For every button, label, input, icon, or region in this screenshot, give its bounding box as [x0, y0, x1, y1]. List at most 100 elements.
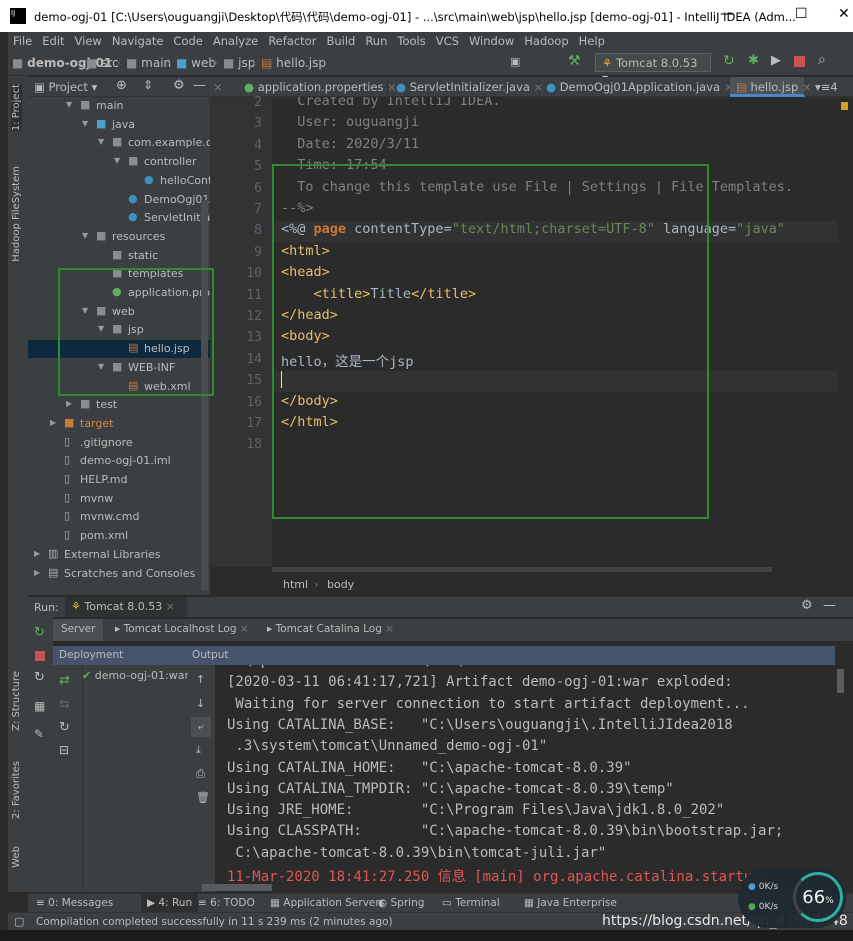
output-hscrollbar[interactable] [202, 884, 272, 891]
tree-item-demo-ogj-01-iml[interactable]: ▯ demo-ogj-01.iml [28, 452, 210, 470]
tree-item-mvnw[interactable]: ▯ mvnw [28, 490, 210, 508]
run-config-select[interactable]: ⚘ Tomcat 8.0.53 ▼ [595, 53, 711, 83]
tree-item-test[interactable]: ▶ ■ test [28, 396, 210, 414]
chevron-down-icon[interactable]: ▼ [98, 137, 104, 146]
tool-0-messages[interactable]: ≡ 0: Messages [36, 897, 113, 909]
chevron-right-icon[interactable]: ▶ [34, 549, 40, 558]
close-icon[interactable]: × [382, 623, 394, 635]
menu-window[interactable]: Window [464, 32, 519, 50]
menu-analyze[interactable]: Analyze [208, 32, 263, 50]
console-output[interactable]: C:\apache-tomcat-8.0.39\bin\catalina.bat… [215, 665, 835, 892]
tree-item-external-libraries[interactable]: ▶ ▥ External Libraries [28, 546, 210, 564]
menu-code[interactable]: Code [168, 32, 207, 50]
menu-view[interactable]: View [70, 32, 107, 50]
update-icon[interactable]: ↻ [34, 670, 45, 685]
scroll-to-end-icon[interactable]: ⤓ [196, 743, 201, 757]
tab-hello-jsp[interactable]: ▤ hello.jsp × [730, 77, 812, 97]
tabs-more-button[interactable]: ▾≡4 [815, 77, 838, 97]
chevron-right-icon[interactable]: ▶ [50, 418, 56, 427]
tree-item-resources[interactable]: ▼ ■ resources [28, 228, 210, 246]
menu-file[interactable]: File [8, 32, 37, 50]
tree-item-help-md[interactable]: ▯ HELP.md [28, 471, 210, 489]
tool-6-todo[interactable]: ≡ 6: TODO [198, 897, 255, 909]
debug-icon[interactable]: ✱ [748, 53, 759, 68]
run-tab-server[interactable]: Server [53, 619, 104, 641]
tree-item-main[interactable]: ▼ ■ main [28, 97, 210, 115]
nav-crumb-3[interactable]: ■ web [176, 56, 216, 70]
editor-scrollbar[interactable] [838, 97, 853, 567]
tree-item-java[interactable]: ▼ ■ java [28, 116, 210, 134]
tab-application-properties[interactable]: ● application.properties × [238, 77, 397, 97]
tool-terminal[interactable]: ▭ Terminal [442, 897, 500, 909]
menu-edit[interactable]: Edit [37, 32, 69, 50]
search-icon[interactable]: ⌕ [818, 52, 826, 68]
gear-icon[interactable]: ⚙ [801, 598, 813, 613]
menu-refactor[interactable]: Refactor [263, 32, 321, 50]
clear-icon[interactable]: 🗑 [196, 791, 210, 804]
nav-crumb-2[interactable]: ■ main [126, 56, 171, 70]
pin-icon[interactable]: ✎ [34, 727, 44, 741]
stop-icon[interactable] [794, 56, 805, 67]
locate-icon[interactable]: ⊕ [116, 78, 127, 93]
layout-icon[interactable]: ▦ [34, 699, 45, 713]
coverage-icon[interactable]: ▶ [771, 53, 781, 68]
tree-item-com-example-og[interactable]: ▼ ■ com.example.og [28, 134, 210, 152]
deploy-icon[interactable]: ⇄ [59, 673, 70, 688]
output-scrollbar[interactable] [835, 665, 853, 892]
horizontal-scrollbar[interactable] [272, 567, 772, 572]
refresh-icon[interactable]: ↻ [59, 720, 70, 735]
structure-tool-button[interactable]: Z: Structure [11, 671, 22, 731]
tree-item-demoogj01a[interactable]: ● DemoOgj01A [28, 191, 210, 209]
close-icon[interactable]: × [237, 623, 249, 635]
menu-navigate[interactable]: Navigate [107, 32, 169, 50]
stop-icon[interactable] [35, 651, 45, 661]
hide-icon[interactable]: — [823, 598, 836, 613]
chevron-right-icon[interactable]: ▶ [34, 568, 40, 577]
run-tab-tomcat-localhost-log[interactable]: ▸ Tomcat Localhost Log × [115, 623, 249, 635]
scroll-down-icon[interactable]: ↓ [196, 697, 205, 710]
gear-icon[interactable]: ⚙ [173, 78, 185, 93]
tool-4-run[interactable]: ▶ 4: Run [141, 894, 199, 913]
menu-hadoop[interactable]: Hadoop [519, 32, 573, 50]
tree-item-mvnw-cmd[interactable]: ▯ mvnw.cmd [28, 508, 210, 526]
print-icon[interactable]: ⎙ [196, 767, 205, 781]
menu-help[interactable]: Help [574, 32, 610, 50]
chevron-down-icon[interactable]: ▼ [114, 156, 120, 165]
tree-item-servletinitiali[interactable]: ● ServletInitiali [28, 209, 210, 227]
collapse-all-icon[interactable]: ⇕ [143, 78, 153, 92]
rerun-icon[interactable]: ↻ [723, 53, 735, 69]
deploy-all-icon[interactable]: ⊟ [59, 743, 69, 757]
crumb-html[interactable]: html [283, 578, 308, 591]
hide-icon[interactable]: — [193, 78, 206, 93]
deployment-item[interactable]: ✔ demo-ogj-01:war [82, 669, 188, 687]
nav-crumb-5[interactable]: ▤ hello.jsp [261, 56, 326, 70]
tree-item-pom-xml[interactable]: ▯ pom.xml [28, 527, 210, 545]
favorites-tool-button[interactable]: 2: Favorites [11, 761, 22, 819]
chevron-down-icon[interactable]: ▼ [66, 100, 72, 109]
tree-item-scratches-and-consoles[interactable]: ▶ ▤ Scratches and Consoles [28, 565, 210, 583]
chevron-down-icon[interactable]: ▼ [82, 119, 88, 128]
tab-servletinitializer-java[interactable]: ● ServletInitializer.java × [390, 77, 543, 97]
maximize-button[interactable]: ☐ [795, 6, 808, 22]
hadoop-tool-button[interactable]: Hadoop FileSystem [11, 166, 22, 262]
chevron-down-icon[interactable]: ▼ [82, 231, 88, 240]
status-icon[interactable]: ▢ [14, 915, 24, 928]
scroll-up-icon[interactable]: ↑ [196, 673, 205, 686]
tool-java-enterprise[interactable]: ▦ Java Enterprise [524, 897, 617, 909]
tree-item-static[interactable]: ■ static [28, 247, 210, 265]
run-tab-tomcat-catalina-log[interactable]: ▸ Tomcat Catalina Log × [267, 623, 394, 635]
tree-item-target[interactable]: ▶ ■ target [28, 415, 210, 433]
layout-icon[interactable]: ▣ [510, 55, 520, 68]
chevron-right-icon[interactable]: ▶ [66, 399, 72, 408]
web-tool-button[interactable]: Web [11, 846, 22, 868]
close-icon[interactable]: × [798, 80, 812, 94]
build-hammer-icon[interactable]: ⚒ [568, 53, 581, 69]
close-button[interactable]: ✕ [838, 6, 850, 22]
project-view-select[interactable]: ▣ Project ▾ [34, 80, 97, 94]
tab-demoogj01application-java[interactable]: ● DemoOgj01Application.java × [540, 77, 733, 97]
tree-item-hellocontr[interactable]: ● helloContr [28, 172, 210, 190]
undeploy-icon[interactable]: ⇆ [59, 697, 70, 712]
crumb-body[interactable]: body [327, 578, 354, 591]
nav-crumb-1[interactable]: ■ src [86, 56, 119, 70]
tree-item-controller[interactable]: ▼ ■ controller [28, 153, 210, 171]
